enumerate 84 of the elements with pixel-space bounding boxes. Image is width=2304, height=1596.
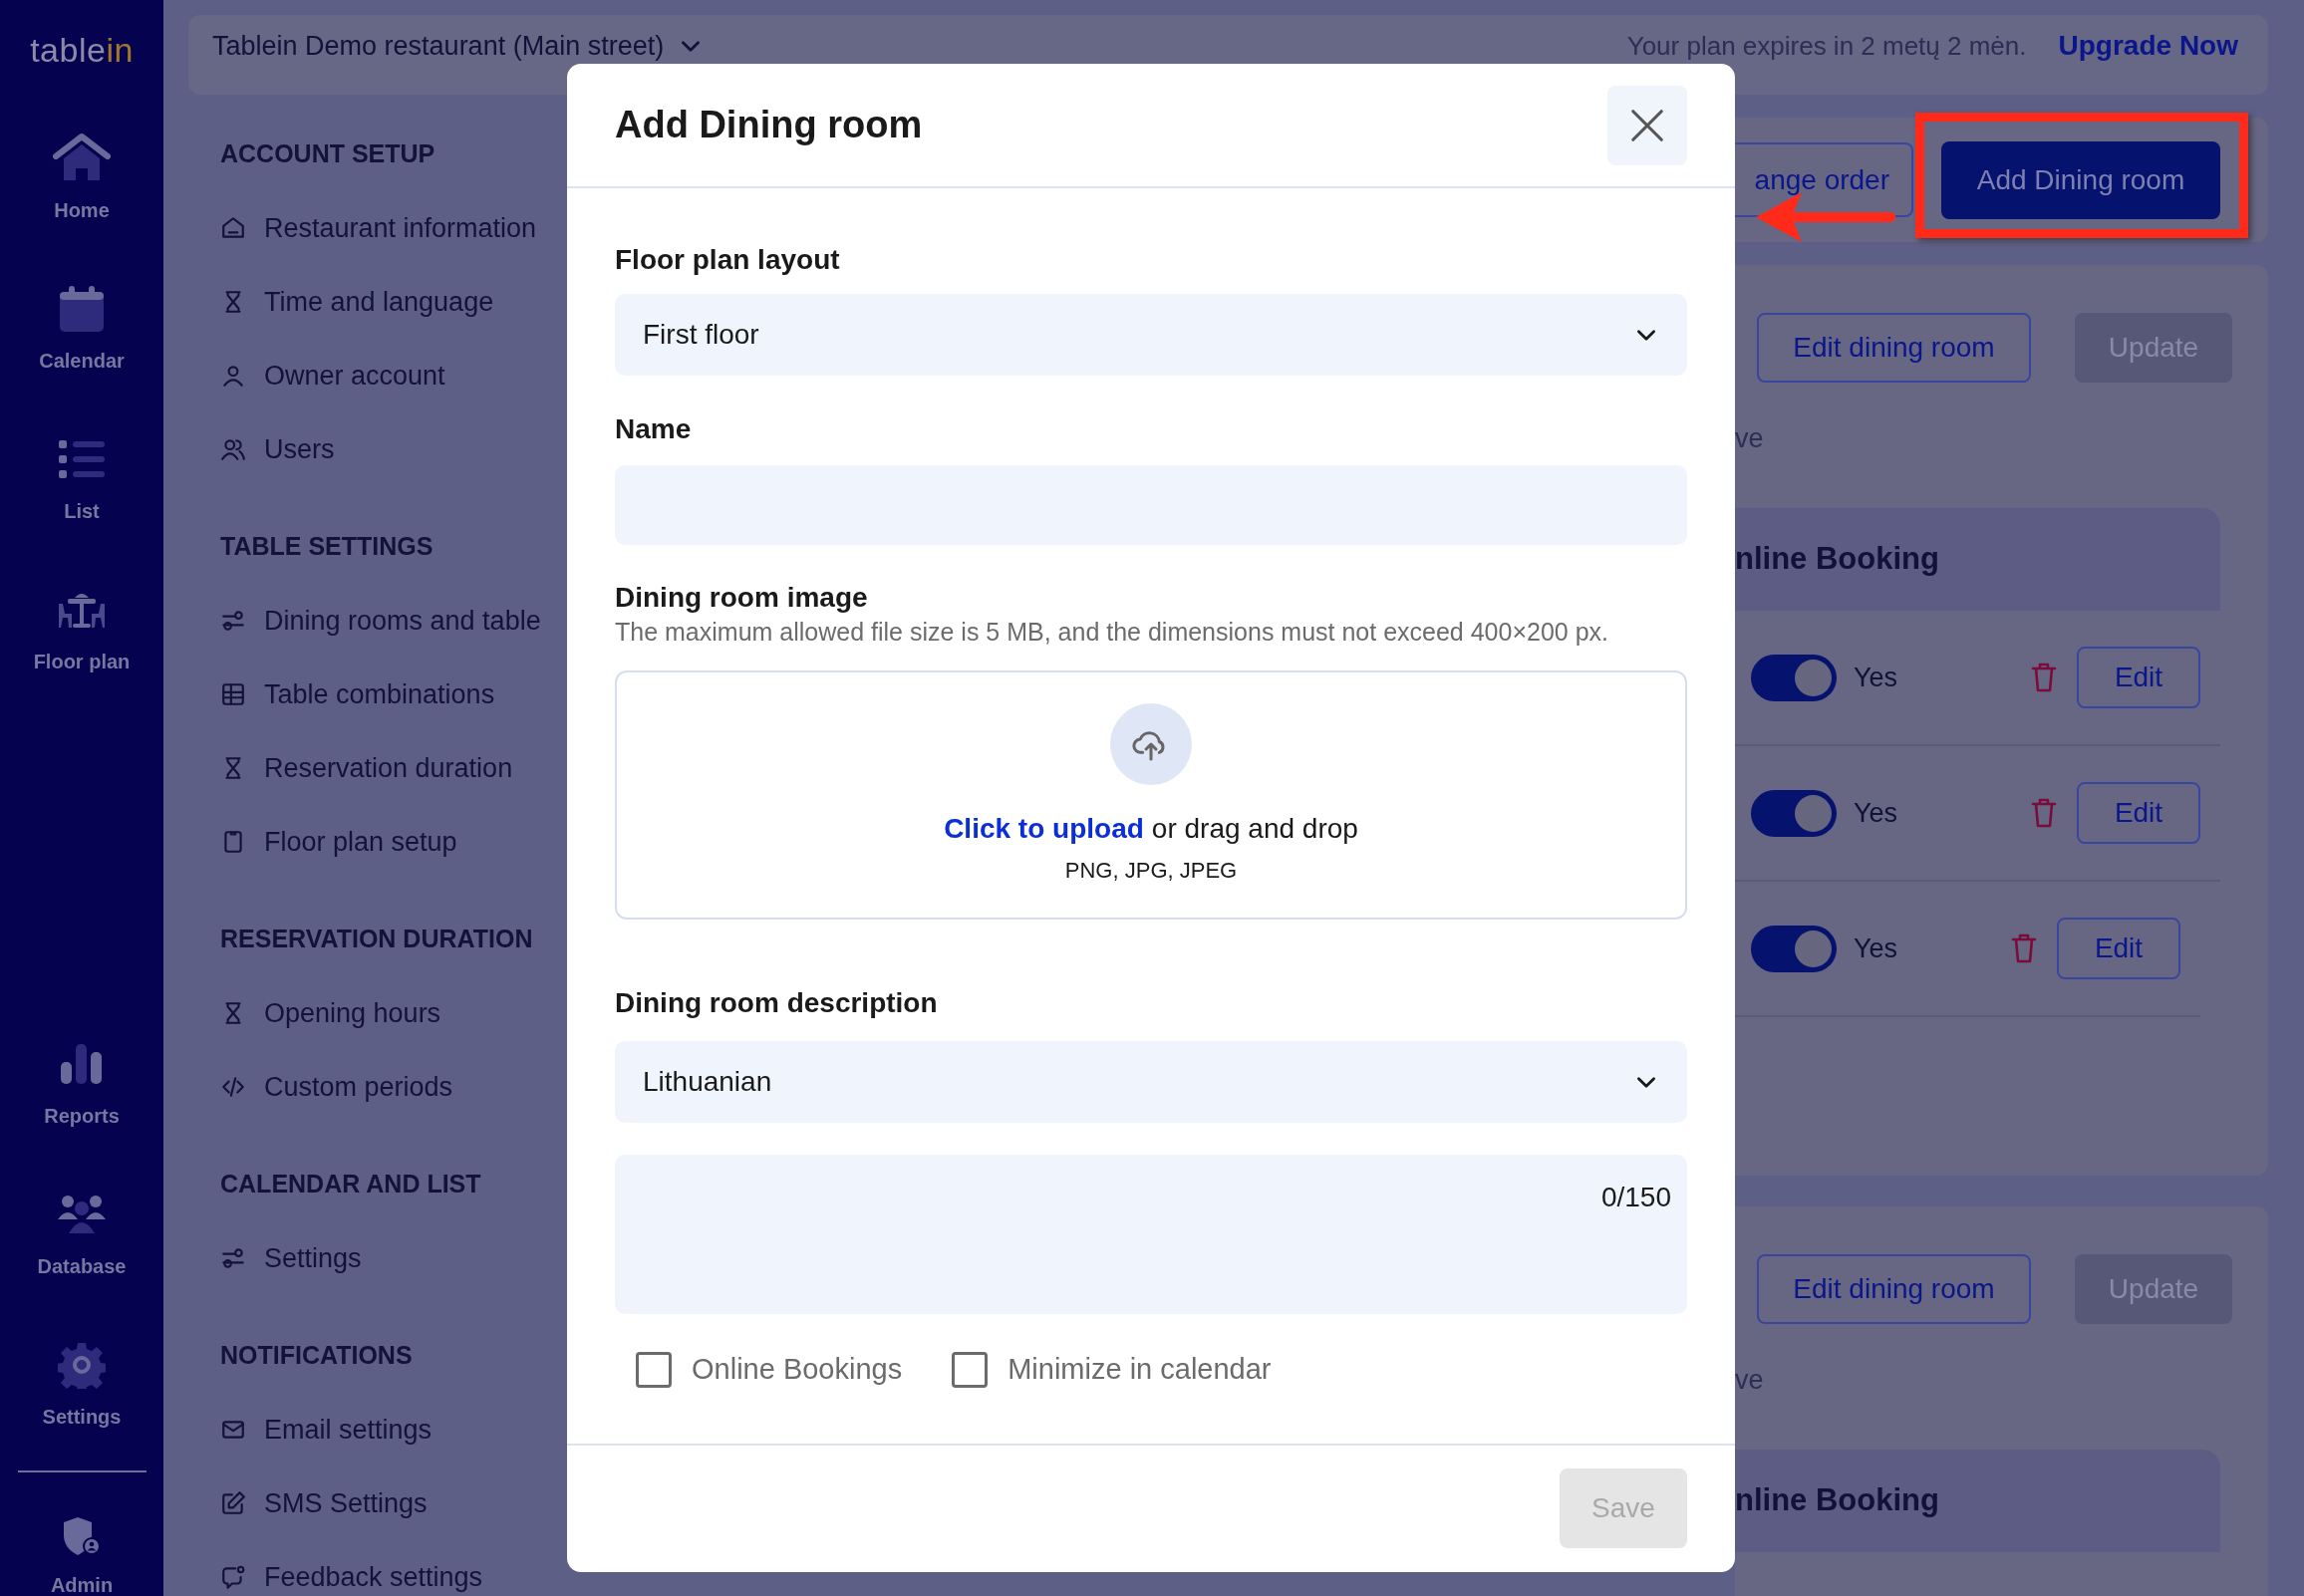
menu-item[interactable]: Table combinations: [264, 673, 495, 715]
code-icon: [220, 1074, 246, 1100]
checkbox-label: Online Bookings: [692, 1352, 903, 1388]
textarea-field[interactable]: 0/150: [615, 1155, 1687, 1314]
chat-icon: [220, 1564, 246, 1590]
add-dining-room-button[interactable]: Add Dining room: [1941, 140, 2220, 219]
toggle-label: Yes: [1854, 796, 1898, 830]
upgrade-link[interactable]: Upgrade Now: [2058, 25, 2238, 67]
calendar-icon: [58, 283, 106, 334]
bar-chart-icon: [59, 1042, 105, 1087]
checkbox[interactable]: [952, 1352, 989, 1388]
gear-icon: [58, 1341, 106, 1390]
field-label: Name: [615, 412, 693, 446]
menu-item[interactable]: Owner account: [264, 355, 445, 397]
toggle-switch[interactable]: [1751, 925, 1837, 972]
edit-button[interactable]: Edit: [2077, 647, 2200, 708]
table-grid-icon: [220, 681, 246, 707]
edit-icon: [220, 1490, 246, 1516]
upload-area[interactable]: Click to upload or drag and drop PNG, JPG, JPEG: [615, 670, 1687, 920]
menu-item[interactable]: Email settings: [264, 1409, 432, 1451]
plan-expiry-text: Your plan expires in 2 metų 2 mėn.: [1626, 29, 2027, 63]
field-label: Floor plan layout: [615, 243, 841, 277]
checkbox-label: Minimize in calendar: [1008, 1352, 1272, 1388]
house-icon: [220, 215, 246, 241]
checkbox[interactable]: [636, 1352, 672, 1388]
select-field[interactable]: First floor: [615, 294, 1687, 376]
upload-text: or drag and drop: [1151, 812, 1358, 846]
menu-item[interactable]: Settings: [264, 1237, 362, 1279]
section-header: nline Booking: [1735, 508, 2220, 611]
nav-item[interactable]: Reports: [44, 1102, 120, 1131]
restaurant-select[interactable]: Tablein Demo restaurant (Main street): [212, 25, 705, 67]
section-header: nline Booking: [1735, 1450, 2220, 1552]
trash-icon: [2031, 662, 2057, 693]
section-heading: CALENDAR AND LIST: [220, 1169, 481, 1200]
menu-item[interactable]: Custom periods: [264, 1066, 453, 1108]
menu-item[interactable]: Time and language: [264, 281, 494, 323]
section-heading: ACCOUNT SETUP: [220, 138, 435, 170]
menu-item[interactable]: Restaurant information: [264, 207, 537, 249]
menu-item[interactable]: Dining rooms and table: [264, 600, 541, 642]
toggle-switch[interactable]: [1751, 789, 1837, 837]
menu-item[interactable]: Users: [264, 428, 335, 470]
nav-item[interactable]: Settings: [42, 1403, 122, 1432]
edit-button[interactable]: Edit: [2077, 782, 2200, 844]
sliders-icon: [220, 1245, 246, 1271]
modal-title: Add Dining room: [615, 103, 923, 147]
file-formats-text: PNG, JPG, JPEG: [1064, 857, 1238, 885]
users-icon: [220, 436, 246, 462]
nav-item[interactable]: Admin: [50, 1571, 114, 1596]
trash-icon: [2011, 932, 2037, 964]
toggle-label: Yes: [1854, 931, 1898, 965]
nav-item[interactable]: List: [64, 496, 100, 525]
sliders-icon: [220, 608, 246, 634]
section-heading: NOTIFICATIONS: [220, 1340, 413, 1372]
field-label: Dining room description: [615, 986, 939, 1020]
nav-item[interactable]: Database: [37, 1252, 127, 1281]
people-icon: [57, 1194, 107, 1236]
menu-item[interactable]: Feedback settings: [264, 1556, 483, 1596]
select-field[interactable]: Lithuanian: [615, 1041, 1687, 1123]
description-text: ve: [1735, 1366, 1765, 1394]
toggle-label: Yes: [1854, 661, 1898, 694]
nav-item[interactable]: Home: [54, 195, 110, 224]
shield-user-icon: [62, 1515, 102, 1557]
trash-icon: [2031, 797, 2057, 829]
menu-item[interactable]: SMS Settings: [264, 1482, 428, 1524]
character-counter: 0/150: [1600, 1181, 1671, 1212]
upload-link[interactable]: Click to upload: [944, 808, 1144, 850]
close-button[interactable]: [1607, 85, 1687, 165]
section-heading: TABLE SETTINGS: [220, 531, 433, 563]
edit-button[interactable]: Edit: [2057, 918, 2180, 979]
logo[interactable]: tablein: [30, 32, 134, 67]
edit-dining-room-button[interactable]: Edit dining room: [1757, 313, 2031, 383]
user-icon: [220, 363, 246, 389]
edit-dining-room-button[interactable]: Edit dining room: [1757, 1254, 2031, 1324]
list-icon: [57, 437, 107, 480]
toggle-switch[interactable]: [1751, 654, 1837, 701]
menu-item[interactable]: Reservation duration: [264, 747, 513, 789]
menu-item[interactable]: Floor plan setup: [264, 821, 457, 863]
hint-text: The maximum allowed file size is 5 MB, and the dimensions must not exceed 400×200 px.: [615, 617, 1610, 648]
nav-item[interactable]: Floor plan: [33, 647, 131, 675]
menu-item[interactable]: Opening hours: [264, 992, 441, 1034]
section-heading: RESERVATION DURATION: [220, 924, 533, 955]
field-label: Dining room image: [615, 581, 869, 615]
description-text: ve: [1735, 424, 1765, 452]
nav-item[interactable]: Calendar: [39, 346, 125, 375]
